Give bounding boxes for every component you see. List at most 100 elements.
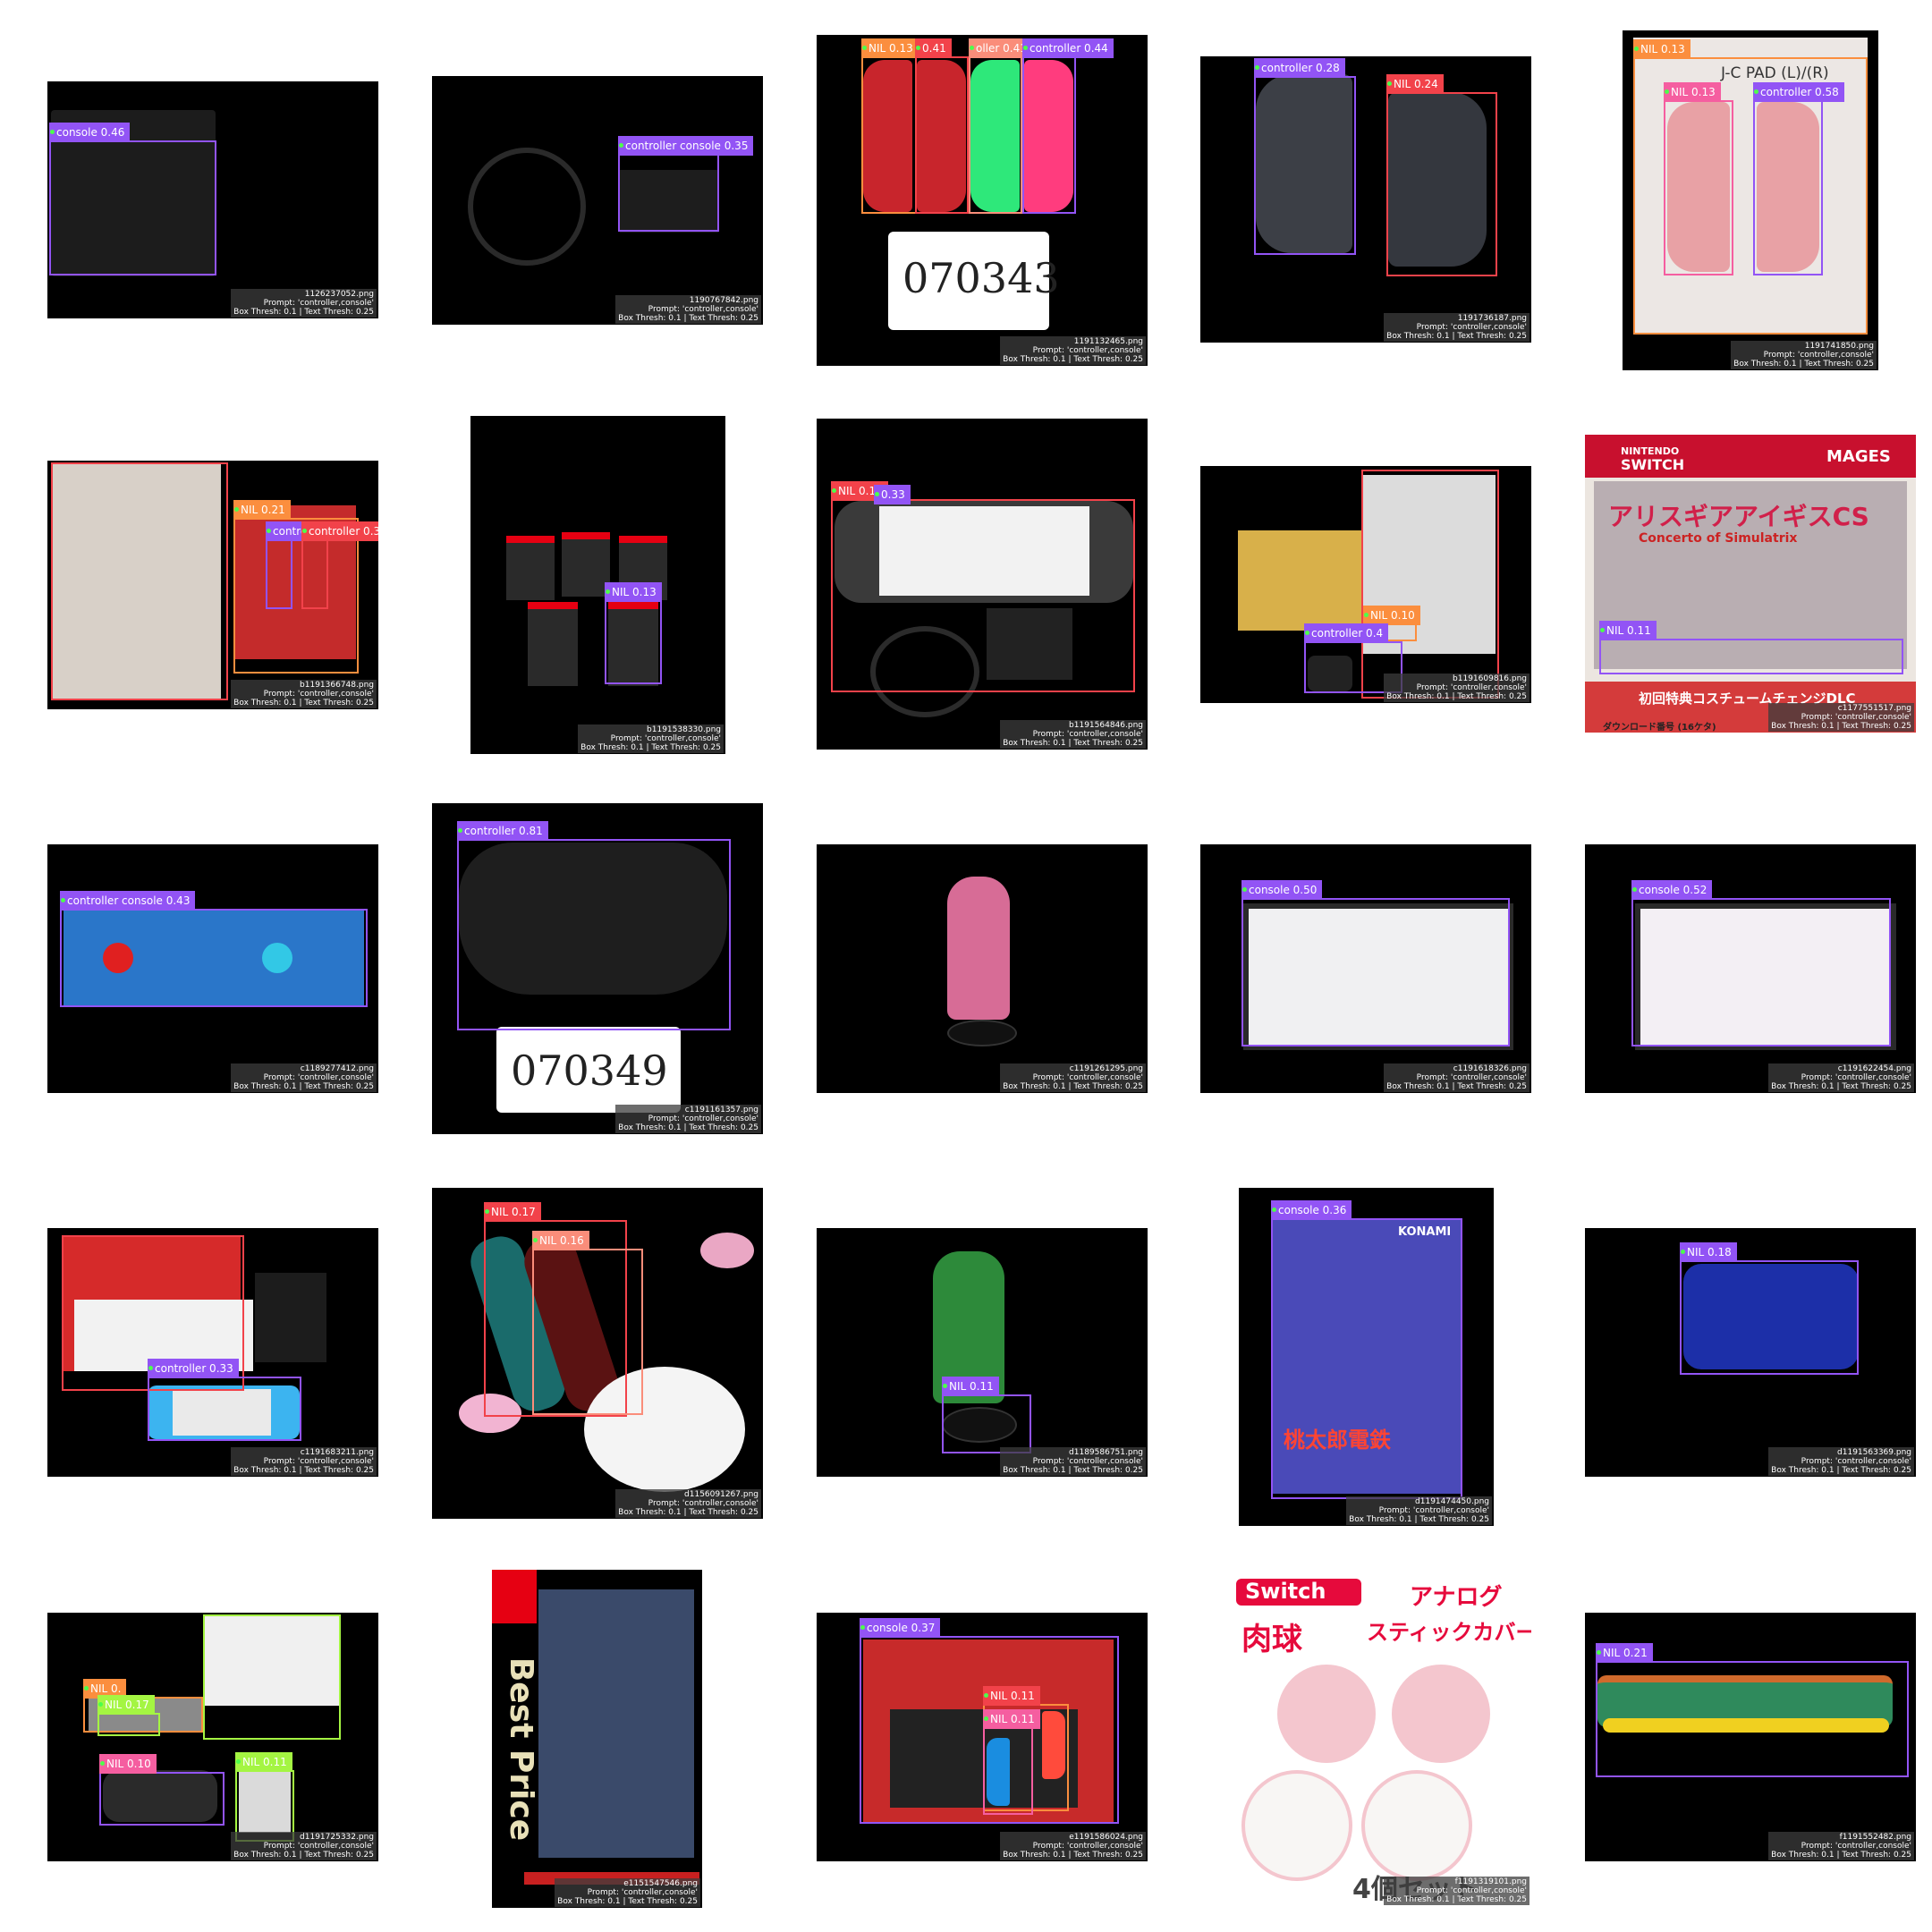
detection-label: NIL 0.17 [97, 1695, 155, 1715]
detection-label: 0.41 [915, 38, 952, 58]
prompt: Prompt: 'controller,console' [610, 734, 721, 743]
prompt: Prompt: 'controller,console' [1416, 683, 1527, 692]
result-panel: controller 0.28 NIL 0.24 1191736187.png … [1200, 56, 1531, 343]
result-panel: NIL 0.17 NIL 0.16 d1156091267.png Prompt… [432, 1188, 763, 1519]
detection-label: NIL 0.11 [983, 1709, 1040, 1729]
thresholds: Box Thresh: 0.1 | Text Thresh: 0.25 [1733, 360, 1874, 369]
prompt: Prompt: 'controller,console' [1032, 346, 1143, 355]
result-panel: NIL 0.13 b1191538330.png Prompt: 'contro… [470, 416, 725, 754]
filename: 1191132465.png [1073, 337, 1143, 346]
detection-box: NIL 0.18 [1680, 1242, 1859, 1375]
prompt: Prompt: 'controller,console' [263, 1457, 374, 1466]
detection-box: console 0.36 [1271, 1200, 1462, 1499]
detection-label: NIL 0.21 [1596, 1643, 1653, 1663]
game-title: アリスギアアイギスCS [1608, 502, 1869, 531]
result-panel: 070343 NIL 0.13 0.41 oller 0.41 controll… [817, 35, 1148, 366]
result-panel: NIL 0.18 d1191563369.png Prompt: 'contro… [1585, 1228, 1916, 1477]
detection-label: NIL 0.13 [1664, 82, 1721, 102]
download-text: ダウンロード番号 (16ケタ) [1603, 723, 1716, 733]
image-caption: c1191161357.png Prompt: 'controller,cons… [615, 1105, 761, 1133]
thresholds: Box Thresh: 0.1 | Text Thresh: 0.25 [618, 1123, 758, 1132]
detection-label: console 0.50 [1241, 880, 1323, 900]
prompt: Prompt: 'controller,console' [1378, 1506, 1489, 1515]
image-caption: d1189586751.png Prompt: 'controller,cons… [1000, 1447, 1146, 1476]
image-caption: c1191261295.png Prompt: 'controller,cons… [1000, 1063, 1146, 1092]
detection-box: console 0.50 [1241, 880, 1510, 1046]
detection-box: console 0.52 [1631, 880, 1891, 1046]
detection-label: NIL 0.24 [1386, 74, 1444, 94]
filename: d1189586751.png [1069, 1448, 1143, 1457]
image-caption: f1191552482.png Prompt: 'controller,cons… [1768, 1832, 1914, 1860]
prompt: Prompt: 'controller,console' [1032, 1842, 1143, 1851]
prompt: Prompt: 'controller,console' [1032, 730, 1143, 739]
detection-label: NIL 0.11 [235, 1752, 292, 1772]
image-caption: f1191319101.png Prompt: 'controller,cons… [1384, 1877, 1530, 1905]
image-caption: 1191132465.png Prompt: 'controller,conso… [1000, 336, 1146, 365]
game-case [506, 536, 555, 600]
thresholds: Box Thresh: 0.1 | Text Thresh: 0.25 [233, 1082, 374, 1091]
thresholds: Box Thresh: 0.1 | Text Thresh: 0.25 [557, 1897, 698, 1906]
product-text: スティックカバー [1367, 1620, 1531, 1645]
result-panel: 070349 controller 0.81 c1191161357.png P… [432, 803, 763, 1134]
thresholds: Box Thresh: 0.1 | Text Thresh: 0.25 [233, 1851, 374, 1860]
detection-box: NIL 0.21 [1596, 1643, 1909, 1777]
detection-box: controller console 0.43 [60, 891, 368, 1007]
thresholds: Box Thresh: 0.1 | Text Thresh: 0.25 [618, 314, 758, 323]
detection-box: controller 0.81 [457, 821, 731, 1030]
filename: 1190767842.png [689, 296, 758, 305]
detection-box: NIL 0.24 [1386, 74, 1497, 276]
result-panel: NIL 0.21 f1191552482.png Prompt: 'contro… [1585, 1613, 1916, 1861]
detection-label: controller 0.58 [1753, 82, 1844, 102]
filename: b1191564846.png [1069, 721, 1143, 730]
filename: d1191563369.png [1837, 1448, 1911, 1457]
filename: 1126237052.png [304, 290, 374, 299]
prompt: Prompt: 'controller,console' [263, 690, 374, 699]
brand-text: Switch [1245, 1579, 1326, 1604]
filename: c1191683211.png [300, 1448, 374, 1457]
prompt: Prompt: 'controller,console' [648, 1114, 758, 1123]
result-panel: controller console 0.43 c1189277412.png … [47, 844, 378, 1093]
filename: c1189277412.png [300, 1064, 374, 1073]
prompt: Prompt: 'controller,console' [1416, 323, 1527, 332]
game-subtitle: Concerto of Simulatrix [1639, 531, 1798, 546]
image-caption: c1191622454.png Prompt: 'controller,cons… [1768, 1063, 1914, 1092]
result-panel: console 0.37 NIL 0.11 NIL 0.11 e11915860… [817, 1613, 1148, 1861]
amiibo-figure [947, 877, 1010, 1020]
result-panel: NIL 0.10 controller 0.4 b1191609816.png … [1200, 466, 1531, 703]
thresholds: Box Thresh: 0.1 | Text Thresh: 0.25 [233, 699, 374, 708]
detection-label: console 0.46 [49, 123, 131, 142]
thresholds: Box Thresh: 0.1 | Text Thresh: 0.25 [233, 308, 374, 317]
detection-label: NIL 0.13 [605, 582, 662, 602]
image-caption: c1177551517.png Prompt: 'controller,cons… [1768, 703, 1914, 732]
thresholds: Box Thresh: 0.1 | Text Thresh: 0.25 [1771, 1082, 1911, 1091]
prompt: Prompt: 'controller,console' [648, 305, 758, 314]
game-cover [538, 1589, 694, 1858]
detection-box: oller 0.41 [969, 38, 1032, 214]
filename: f1191319101.png [1454, 1877, 1527, 1886]
image-caption: b1191538330.png Prompt: 'controller,cons… [578, 724, 724, 753]
filename: b1191538330.png [647, 725, 721, 734]
prompt: Prompt: 'controller,console' [1416, 1073, 1527, 1082]
thresholds: Box Thresh: 0.1 | Text Thresh: 0.25 [1003, 739, 1143, 748]
image-caption: d1156091267.png Prompt: 'controller,cons… [615, 1489, 761, 1518]
detection-box: 0.41 [915, 38, 969, 214]
result-panel: NINTENDO SWITCH MAGES アリスギアアイギスCS Concer… [1585, 435, 1916, 733]
thresholds: Box Thresh: 0.1 | Text Thresh: 0.25 [618, 1508, 758, 1517]
image-caption: 1126237052.png Prompt: 'controller,conso… [231, 289, 377, 318]
stick-cap [1361, 1770, 1472, 1881]
detection-box: controller 0.44 [1022, 38, 1114, 214]
filename: 1191736187.png [1457, 314, 1527, 323]
result-panel: controller 0.33 c1191683211.png Prompt: … [47, 1228, 378, 1477]
detection-box: NIL 0.13 [605, 582, 662, 684]
detection-label: NIL 0.11 [942, 1377, 999, 1396]
filename: e1191586024.png [1069, 1833, 1143, 1842]
result-panel: KONAMI 桃太郎電鉄 console 0.36 d1191474450.pn… [1239, 1188, 1494, 1526]
detection-label: console 0.36 [1271, 1200, 1352, 1220]
detection-label: NIL 0.18 [1680, 1242, 1737, 1262]
detection-label: controller 0.4 [1304, 623, 1389, 643]
prompt: Prompt: 'controller,console' [1763, 351, 1874, 360]
thresholds: Box Thresh: 0.1 | Text Thresh: 0.25 [1771, 1851, 1911, 1860]
detection-box: NIL 0.11 [1599, 621, 1903, 674]
image-caption: e1191586024.png Prompt: 'controller,cons… [1000, 1832, 1146, 1860]
filename: c1191618326.png [1453, 1064, 1527, 1073]
